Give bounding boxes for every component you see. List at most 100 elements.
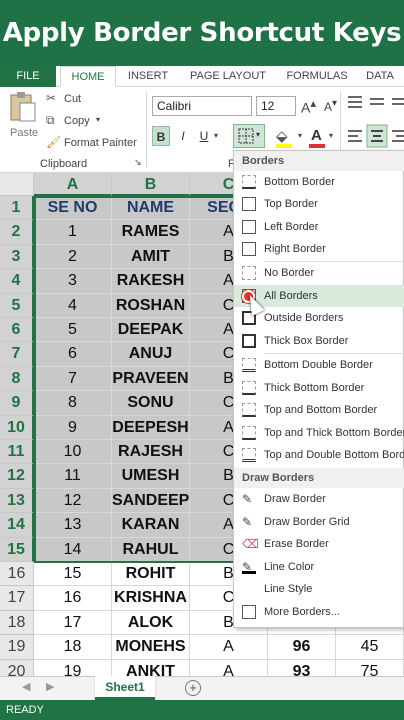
increase-font-icon[interactable]: A▴ [301, 96, 316, 116]
cell-a[interactable]: 16 [34, 586, 112, 611]
cell-b[interactable]: MONEHS [112, 635, 190, 660]
column-header-b[interactable]: B [112, 173, 190, 196]
fill-color-icon[interactable]: ⬙ [276, 127, 288, 145]
cell-b[interactable]: KRISHNA [112, 586, 190, 611]
tab-page-layout[interactable]: PAGE LAYOUT [180, 66, 276, 87]
bold-button[interactable]: B [152, 126, 170, 146]
menu-item-bottom-double-border[interactable]: Bottom Double Border [234, 354, 404, 376]
cell-a[interactable]: 1 [34, 220, 112, 245]
cell-b[interactable]: SONU [112, 391, 190, 416]
cell-b[interactable]: PRAVEEN [112, 366, 190, 392]
cell-a[interactable]: 13 [34, 513, 112, 538]
cell-a[interactable]: 7 [34, 366, 112, 392]
cell-c[interactable]: A [190, 635, 268, 660]
row-header[interactable]: 9 [0, 391, 34, 416]
menu-item-top-border[interactable]: Top Border [234, 193, 404, 215]
column-header-a[interactable]: A [34, 173, 112, 196]
row-header[interactable]: 10 [0, 415, 34, 440]
cell-a[interactable]: 2 [34, 244, 112, 270]
row-header[interactable]: 6 [0, 318, 34, 343]
top-align-icon[interactable] [344, 93, 404, 153]
cell-a[interactable]: 12 [34, 488, 112, 514]
menu-item-line-style[interactable]: Line Style [234, 578, 404, 600]
row-header[interactable]: 20 [0, 659, 34, 676]
cell-a[interactable]: 4 [34, 293, 112, 318]
cell-a[interactable]: 8 [34, 391, 112, 416]
cell-b[interactable]: ANKIT [112, 659, 190, 676]
font-size-box[interactable]: 12 [256, 96, 296, 116]
menu-item-thick-bottom-border[interactable]: Thick Bottom Border [234, 377, 404, 399]
cell-b[interactable]: RAHUL [112, 537, 190, 562]
cell-c[interactable]: A [190, 659, 268, 676]
cell-b[interactable]: KARAN [112, 513, 190, 538]
tab-formulas[interactable]: FORMULAS [280, 66, 354, 87]
tab-insert[interactable]: INSERT [120, 66, 176, 87]
row-header[interactable]: 14 [0, 513, 34, 538]
cell-a[interactable]: 18 [34, 635, 112, 660]
cut-button[interactable]: ✂ Cut [46, 91, 106, 109]
cell-b[interactable]: ROHIT [112, 562, 190, 587]
menu-item-draw-border[interactable]: ✎ Draw Border [234, 488, 404, 510]
italic-button[interactable]: I [174, 126, 192, 146]
cell-b[interactable]: DEEPESH [112, 415, 190, 440]
menu-item-more-borders[interactable]: More Borders... [234, 601, 404, 623]
cell-e[interactable]: 45 [336, 635, 404, 660]
select-all-corner[interactable] [0, 173, 34, 196]
tab-file[interactable]: FILE [0, 66, 56, 87]
cell-b[interactable]: RAMES [112, 220, 190, 245]
tab-home[interactable]: HOME [60, 66, 116, 88]
font-name-box[interactable]: Calibri [152, 96, 252, 116]
paste-button[interactable]: Paste [6, 91, 40, 147]
menu-item-bottom-border[interactable]: Bottom Border [234, 171, 404, 193]
menu-item-top-and-double-bottom-border[interactable]: Top and Double Bottom Border [234, 444, 404, 466]
row-header[interactable]: 18 [0, 610, 34, 636]
row-header[interactable]: 17 [0, 586, 34, 611]
row-header[interactable]: 11 [0, 440, 34, 465]
row-header[interactable]: 19 [0, 635, 34, 660]
menu-item-top-and-bottom-border[interactable]: Top and Bottom Border [234, 399, 404, 421]
row-header[interactable]: 3 [0, 244, 34, 270]
row-header[interactable]: 8 [0, 366, 34, 392]
menu-item-right-border[interactable]: Right Border [234, 238, 404, 260]
row-header[interactable]: 12 [0, 464, 34, 489]
chevron-down-icon[interactable]: ▾ [298, 131, 302, 140]
decrease-font-icon[interactable]: A▾ [324, 98, 337, 114]
cell-b[interactable]: ROSHAN [112, 293, 190, 318]
row-header[interactable]: 2 [0, 220, 34, 245]
cell-a[interactable]: 5 [34, 318, 112, 343]
row-header[interactable]: 15 [0, 537, 34, 562]
underline-button[interactable]: U [195, 126, 213, 146]
cell-a[interactable]: 9 [34, 415, 112, 440]
cell-a[interactable]: 19 [34, 659, 112, 676]
cell-b[interactable]: RAKESH [112, 269, 190, 294]
cell-a[interactable]: SE NO [34, 196, 112, 221]
scroll-right-icon[interactable]: ▶ [46, 680, 54, 693]
chevron-down-icon[interactable]: ▾ [329, 131, 333, 140]
copy-button[interactable]: ⧉ Copy ▾ [46, 113, 116, 131]
menu-item-no-border[interactable]: No Border [234, 262, 404, 284]
cell-b[interactable]: AMIT [112, 244, 190, 270]
dialog-launcher-icon[interactable]: ↘ [134, 157, 142, 168]
cell-e[interactable]: 75 [336, 659, 404, 676]
font-color-icon[interactable]: A [311, 127, 322, 144]
menu-item-erase-border[interactable]: ⌫ Erase Border [234, 533, 404, 555]
cell-b[interactable]: DEEPAK [112, 318, 190, 343]
scroll-left-icon[interactable]: ◀ [22, 680, 30, 693]
row-header[interactable]: 13 [0, 488, 34, 514]
cell-a[interactable]: 10 [34, 440, 112, 465]
row-header[interactable]: 4 [0, 269, 34, 294]
menu-item-top-and-thick-bottom-border[interactable]: Top and Thick Bottom Border [234, 422, 404, 444]
cell-a[interactable]: 11 [34, 464, 112, 489]
cell-d[interactable]: 96 [268, 635, 336, 660]
row-header[interactable]: 5 [0, 293, 34, 318]
format-painter-button[interactable]: 🖌 Format Painter [46, 135, 146, 153]
row-header[interactable]: 16 [0, 562, 34, 587]
add-sheet-icon[interactable]: + [185, 680, 201, 696]
cell-b[interactable]: SANDEEP [112, 488, 190, 514]
chevron-down-icon[interactable]: ▾ [214, 131, 218, 140]
row-header[interactable]: 1 [0, 196, 34, 221]
menu-item-thick-box-border[interactable]: Thick Box Border [234, 330, 404, 352]
menu-item-line-color[interactable]: ✎ Line Color [234, 556, 404, 578]
cell-a[interactable]: 15 [34, 562, 112, 587]
sheet-tab-sheet1[interactable]: Sheet1 [95, 676, 155, 700]
